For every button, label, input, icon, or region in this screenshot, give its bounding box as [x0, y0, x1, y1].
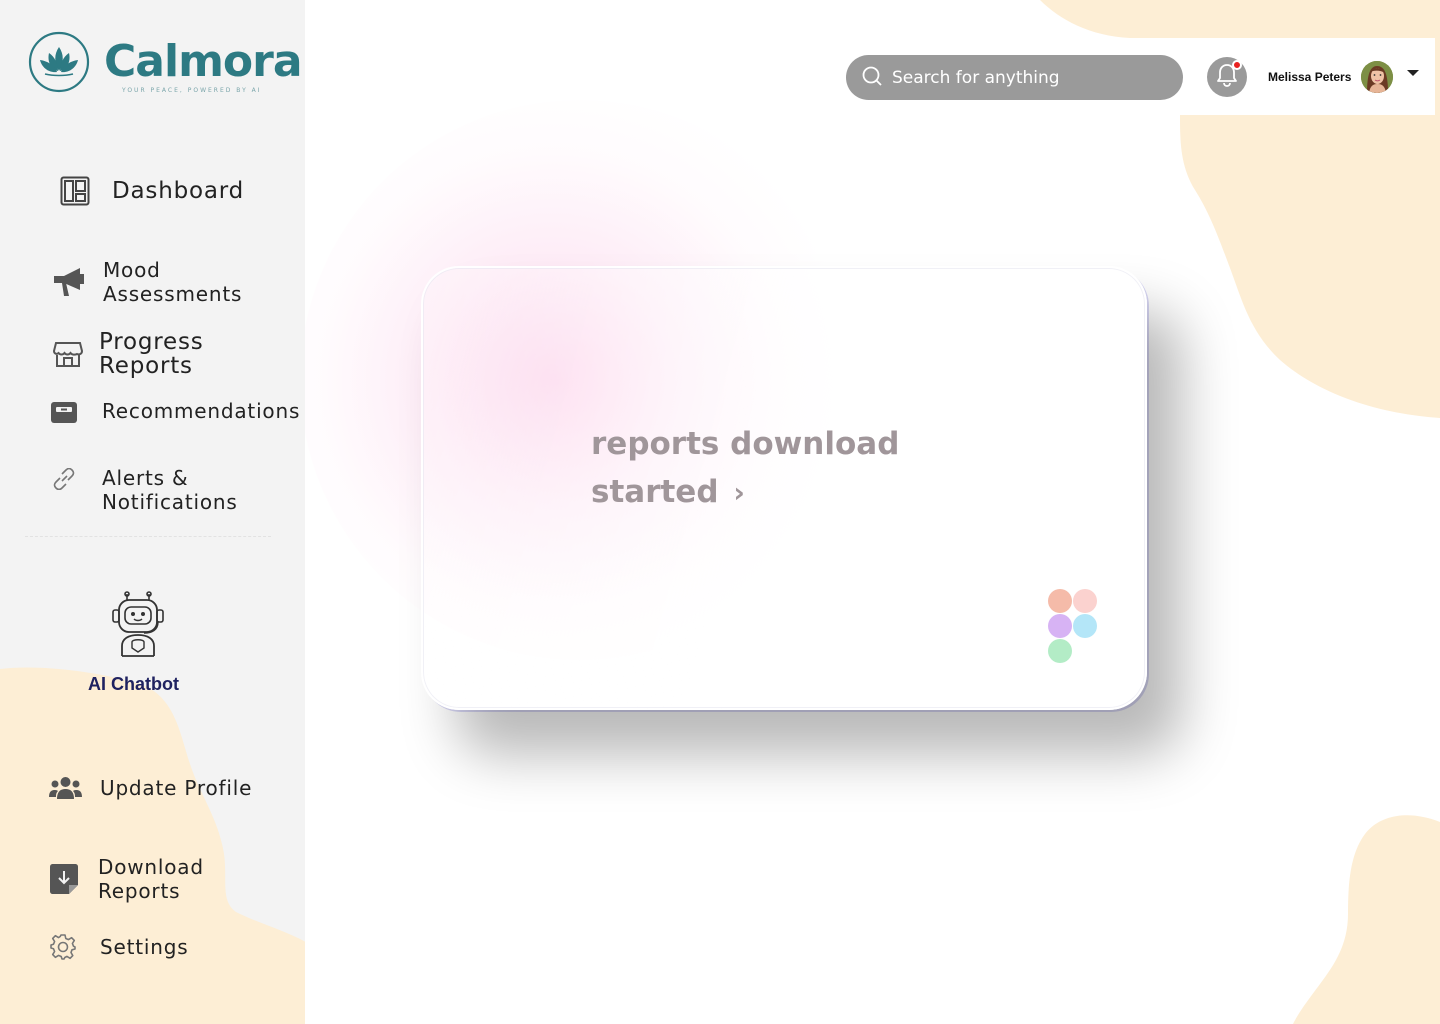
sidebar-item-label: Download — [98, 855, 204, 879]
ai-chatbot-label: AI Chatbot — [88, 674, 179, 694]
figma-logo-icon — [1048, 589, 1097, 663]
notification-button[interactable] — [1207, 57, 1247, 97]
users-icon — [49, 775, 82, 801]
sidebar-item-label: Recommendations — [102, 399, 301, 423]
sidebar: Calmora YOUR PEACE, POWERED BY AI Dashbo… — [0, 0, 305, 1024]
chevron-right-icon: › — [733, 476, 745, 509]
dashboard-icon — [60, 176, 90, 206]
sidebar-item-label-line2: Reports — [98, 879, 181, 903]
brand-name: Calmora — [104, 36, 303, 87]
sidebar-item-recommendations[interactable]: Recommendations — [50, 398, 300, 424]
background-blob-bottom-right — [1293, 815, 1440, 1024]
sidebar-item-label-line2: Notifications — [102, 490, 238, 514]
brand[interactable]: Calmora YOUR PEACE, POWERED BY AI — [28, 31, 303, 94]
avatar[interactable] — [1361, 61, 1393, 93]
robot-icon — [112, 591, 164, 657]
sidebar-item-label: Progress Reports — [99, 329, 204, 379]
sidebar-item-label: Alerts & — [102, 466, 189, 490]
brand-tagline: YOUR PEACE, POWERED BY AI — [122, 87, 262, 94]
sidebar-item-label: Dashboard — [112, 178, 244, 204]
search-icon — [862, 66, 882, 90]
download-status-link[interactable]: reports download started › — [591, 420, 931, 517]
sidebar-item-label: Settings — [100, 935, 189, 959]
ai-chatbot-button[interactable]: AI Chatbot — [88, 590, 208, 695]
search-input[interactable] — [892, 67, 1162, 88]
download-icon — [49, 863, 79, 895]
sidebar-item-alerts-notifications[interactable]: Alerts & Notifications — [52, 466, 238, 514]
sidebar-peach-blob — [0, 667, 305, 1024]
user-menu-dropdown-icon[interactable] — [1407, 70, 1419, 76]
sidebar-item-settings[interactable]: Settings — [50, 934, 188, 960]
sidebar-item-label: Update Profile — [100, 776, 253, 800]
sidebar-item-dashboard[interactable]: Dashboard — [60, 176, 244, 206]
user-name[interactable]: Melissa Peters — [1268, 70, 1351, 84]
sidebar-divider — [25, 536, 271, 537]
search-bar[interactable] — [846, 55, 1183, 100]
sidebar-item-mood-assessments[interactable]: Mood Assessments — [52, 258, 305, 306]
gear-icon — [50, 934, 76, 960]
megaphone-icon — [52, 266, 85, 298]
sidebar-item-label: Mood Assessments — [103, 258, 243, 306]
link-icon — [52, 468, 76, 490]
lotus-logo-icon — [28, 31, 90, 93]
download-status-line1: reports download — [591, 426, 900, 462]
notification-dot — [1232, 60, 1242, 70]
storefront-icon — [53, 340, 83, 368]
inbox-icon — [50, 398, 78, 424]
download-notification-card: reports download started › — [421, 266, 1147, 710]
download-status-line2: started — [591, 474, 719, 510]
sidebar-item-download-reports[interactable]: Download Reports — [49, 855, 204, 903]
sidebar-item-progress-reports[interactable]: Progress Reports — [53, 330, 305, 378]
sidebar-item-update-profile[interactable]: Update Profile — [49, 775, 252, 801]
